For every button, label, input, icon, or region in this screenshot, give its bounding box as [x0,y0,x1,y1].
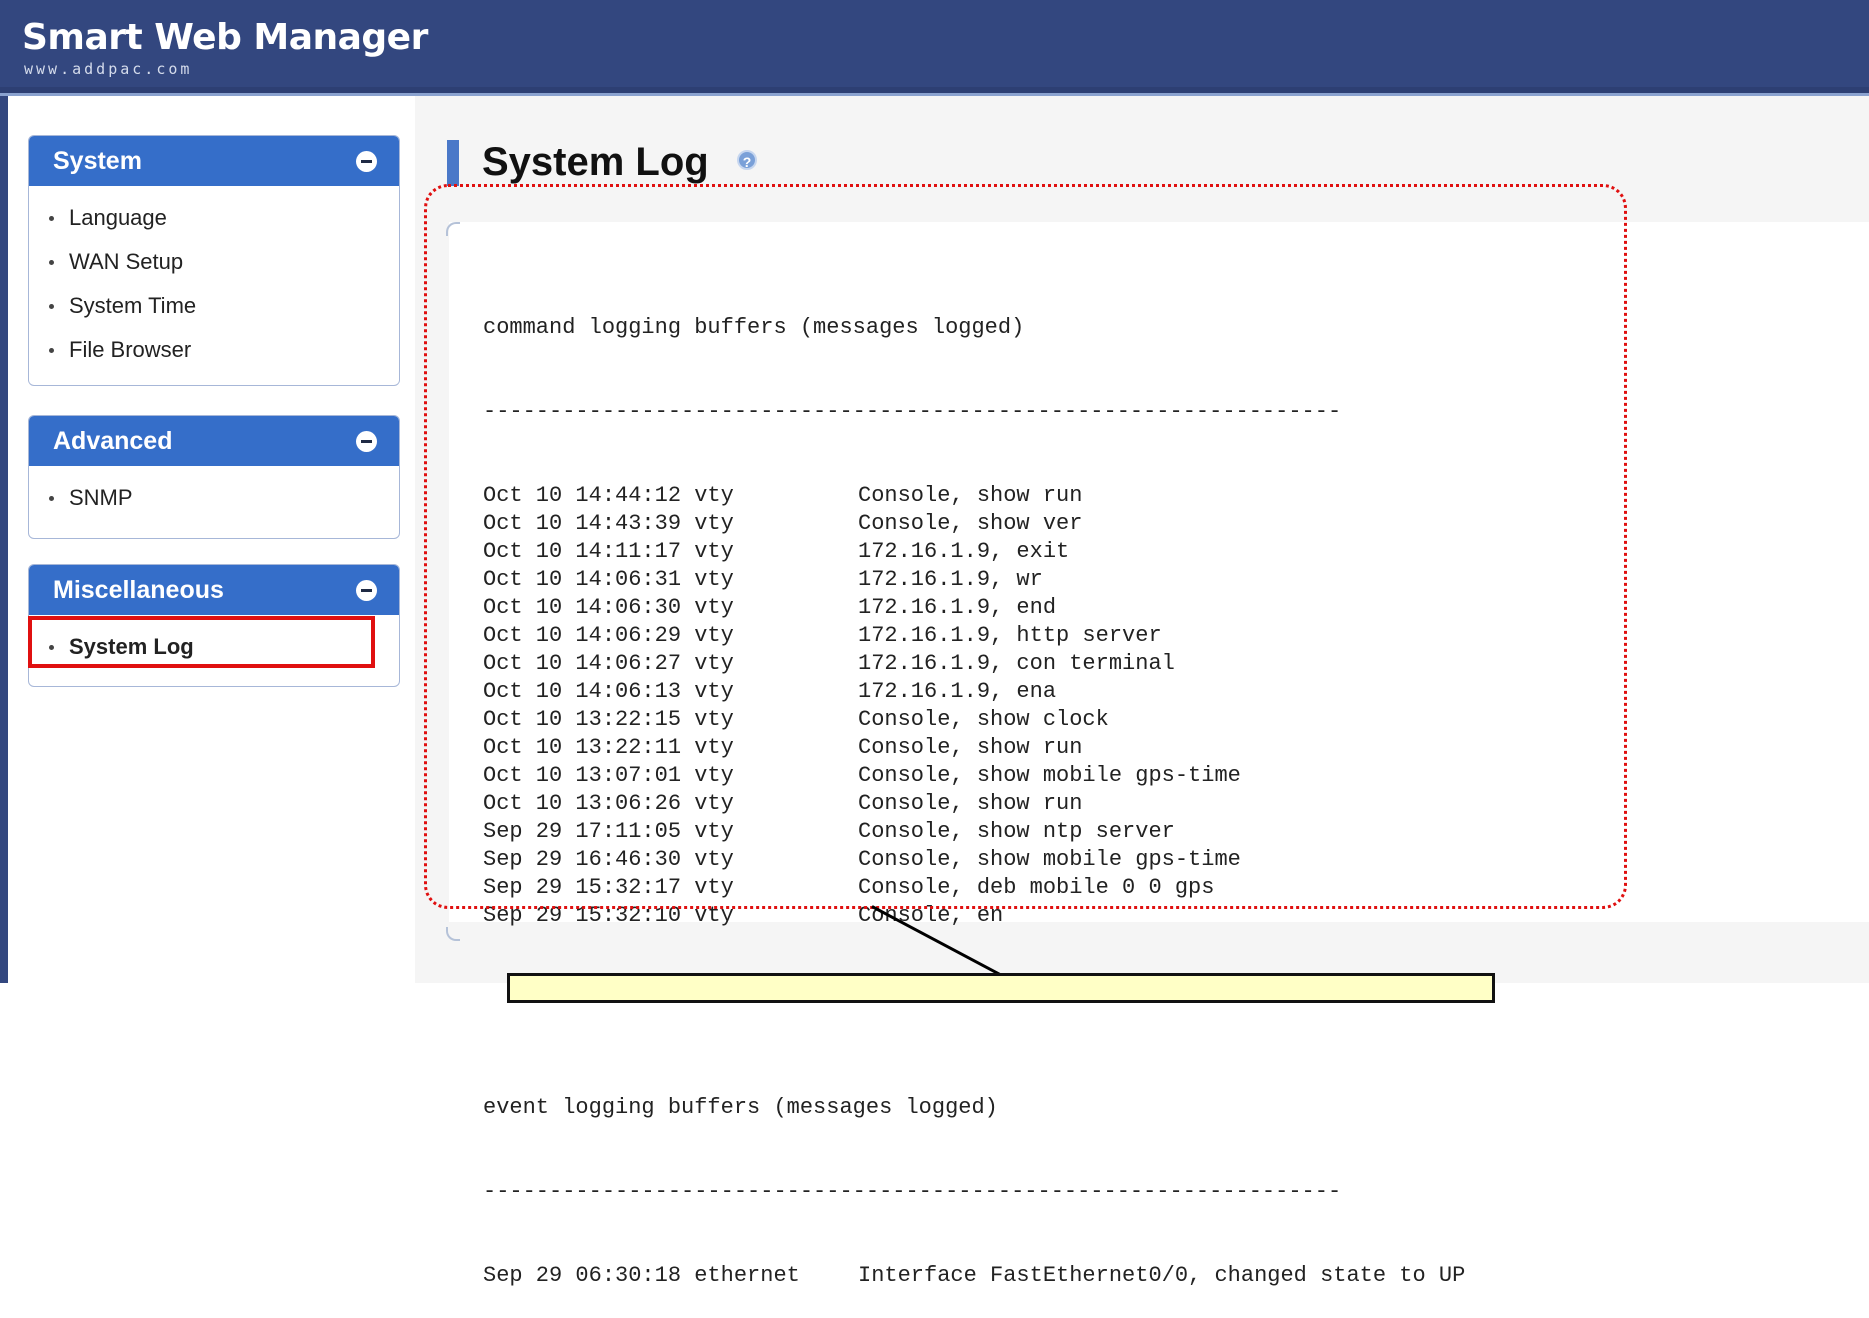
collapse-icon[interactable] [356,431,377,452]
app-header: Smart Web Manager www.addpac.com [0,0,1869,87]
log-entry: Oct 10 14:06:30 vty 172.16.1.9, end [483,594,1465,622]
log-entry-time: Oct 10 13:06:26 vty [483,791,734,816]
log-separator: ----------------------------------------… [483,399,1342,424]
log-entry-time: Sep 29 16:46:30 vty [483,847,734,872]
log-entry-message: 172.16.1.9, end [858,595,1057,620]
log-entry: Oct 10 14:06:13 vty 172.16.1.9, ena [483,678,1465,706]
log-entry: Oct 10 14:06:29 vty 172.16.1.9, http serv… [483,622,1465,650]
sidebar-item-wan-setup[interactable]: WAN Setup [29,240,399,284]
bullet-icon [49,304,54,309]
log-command-header: command logging buffers (messages logged… [483,315,1025,340]
log-entry: Sep 29 15:32:10 vty Console, en [483,902,1465,930]
log-entry-message: Console, en [858,903,1004,928]
log-entry: Oct 10 14:06:31 vty 172.16.1.9, wr [483,566,1465,594]
log-entry-time: Sep 29 17:11:05 vty [483,819,734,844]
bullet-icon [49,645,54,650]
log-entry-message: Console, show mobile gps-time [858,847,1241,872]
section-header-system[interactable]: System [29,136,399,186]
panel-corner [446,222,460,236]
sidebar-item-label: System Time [69,293,197,318]
collapse-icon[interactable] [356,580,377,601]
log-entry: Oct 10 14:43:39 vty Console, show ver [483,510,1465,538]
log-entry-time: Sep 29 06:30:18 ethernet [483,1263,800,1288]
bullet-icon [49,496,54,501]
log-entry-time: Sep 29 15:32:17 vty [483,875,734,900]
title-accent-bar [447,140,459,186]
log-entry: Oct 10 14:06:27 vty 172.16.1.9, con termi… [483,650,1465,678]
log-entry-message: Console, show run [858,483,1083,508]
help-icon[interactable]: ? [737,150,757,170]
section-title-advanced: Advanced [53,427,173,455]
sidebar-item-label: SNMP [69,485,133,510]
log-entry: Oct 10 13:22:15 vty Console, show clock [483,706,1465,734]
brand-url: www.addpac.com [24,60,193,78]
page-title: System Log [482,140,709,184]
log-entry-time: Oct 10 14:06:30 vty [483,595,734,620]
brand-logo: Smart Web Manager [22,17,428,58]
left-edge-bar [0,96,8,983]
log-entry-message: 172.16.1.9, ena [858,679,1057,704]
log-entry: Sep 29 16:46:30 vty Console, show mobile … [483,846,1465,874]
system-log-output: command logging buffers (messages logged… [483,258,1465,1318]
log-entry-time: Sep 29 15:32:10 vty [483,903,734,928]
log-entry-time: Oct 10 14:06:13 vty [483,679,734,704]
sidebar-section-advanced: Advanced SNMP [28,415,400,539]
log-entry: Oct 10 13:07:01 vty Console, show mobile … [483,762,1465,790]
sidebar-item-label: WAN Setup [69,249,184,274]
log-entry-time: Oct 10 13:22:15 vty [483,707,734,732]
sidebar-item-label: System Log [69,634,194,659]
header-divider [0,87,1869,96]
section-title-system: System [53,147,142,175]
sidebar-section-miscellaneous: Miscellaneous System Log [28,564,400,687]
log-entry-time: Oct 10 14:06:31 vty [483,567,734,592]
log-entry-message: Console, show ver [858,511,1083,536]
sidebar-item-snmp[interactable]: SNMP [29,476,399,520]
section-title-miscellaneous: Miscellaneous [53,576,224,604]
log-entry-time: Oct 10 14:43:39 vty [483,511,734,536]
log-entry: Oct 10 14:11:17 vty 172.16.1.9, exit [483,538,1465,566]
log-entry: Sep 29 15:32:17 vty Console, deb mobile 0… [483,874,1465,902]
collapse-icon[interactable] [356,151,377,172]
log-entry-message: 172.16.1.9, http server [858,623,1162,648]
log-entry-time: Oct 10 13:07:01 vty [483,763,734,788]
log-entry-message: 172.16.1.9, wr [858,567,1043,592]
log-entry: Oct 10 13:22:11 vty Console, show run [483,734,1465,762]
log-entry: Sep 29 06:30:18 ethernet Interface FastEt… [483,1262,1465,1290]
log-event-entries: Sep 29 06:30:18 ethernet Interface FastEt… [483,1262,1465,1290]
log-entry-time: Oct 10 13:22:11 vty [483,735,734,760]
bullet-icon [49,260,54,265]
log-entry-message: Interface FastEthernet0/0, changed state… [858,1263,1466,1288]
log-entry-message: Console, deb mobile 0 0 gps [858,875,1215,900]
log-entry-message: Console, show ntp server [858,819,1175,844]
log-entry-message: Console, show run [858,791,1083,816]
log-entry: Sep 29 17:11:05 vty Console, show ntp ser… [483,818,1465,846]
log-entry-time: Oct 10 14:06:29 vty [483,623,734,648]
log-entry-time: Oct 10 14:06:27 vty [483,651,734,676]
log-entry-message: Console, show run [858,735,1083,760]
bullet-icon [49,216,54,221]
bullet-icon [49,348,54,353]
callout-box [507,973,1495,1003]
log-entry-message: 172.16.1.9, exit [858,539,1070,564]
log-entry-message: Console, show mobile gps-time [858,763,1241,788]
log-separator: ----------------------------------------… [483,1179,1342,1204]
sidebar-item-system-time[interactable]: System Time [29,284,399,328]
log-entry: Oct 10 13:06:26 vty Console, show run [483,790,1465,818]
log-entry: Oct 10 14:44:12 vty Console, show run [483,482,1465,510]
log-entry-time: Oct 10 14:44:12 vty [483,483,734,508]
sidebar-item-system-log[interactable]: System Log [29,625,399,669]
log-command-entries: Oct 10 14:44:12 vty Console, show run Oct … [483,482,1465,930]
log-event-header: event logging buffers (messages logged) [483,1095,998,1120]
sidebar-item-file-browser[interactable]: File Browser [29,328,399,372]
log-entry-time: Oct 10 14:11:17 vty [483,539,734,564]
sidebar-item-label: File Browser [69,337,192,362]
sidebar-item-language[interactable]: Language [29,196,399,240]
sidebar-item-label: Language [69,205,167,230]
section-header-miscellaneous[interactable]: Miscellaneous [29,565,399,615]
log-entry-message: 172.16.1.9, con terminal [858,651,1175,676]
section-header-advanced[interactable]: Advanced [29,416,399,466]
log-entry-message: Console, show clock [858,707,1109,732]
sidebar-section-system: System Language WAN Setup System Time Fi… [28,135,400,386]
